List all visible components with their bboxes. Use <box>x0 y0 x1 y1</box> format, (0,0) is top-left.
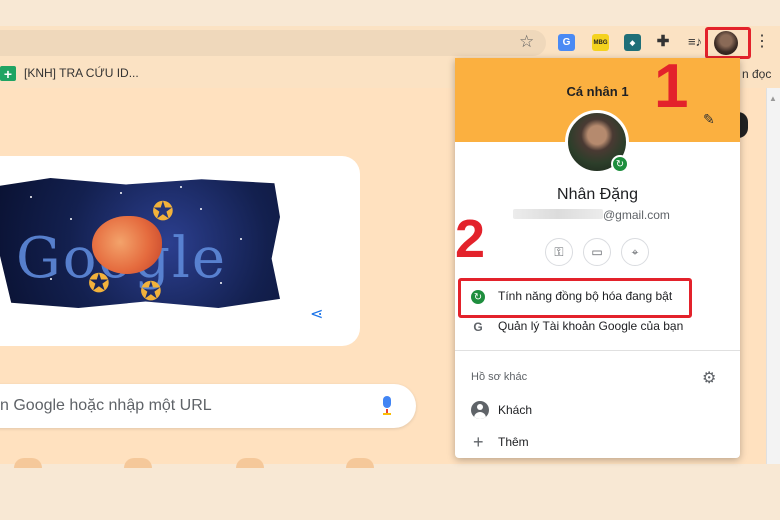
sheets-bookmark-icon[interactable]: + <box>0 66 16 82</box>
payment-card-icon[interactable]: ▭ <box>583 238 611 266</box>
bookmark-star-icon[interactable]: ☆ <box>519 32 534 52</box>
media-control-icon[interactable]: ≡♪ <box>686 33 704 50</box>
highlight-box-sync-row <box>458 278 692 318</box>
highlight-box-profile-button <box>705 27 751 59</box>
profile-name: Nhân Đặng <box>557 186 638 203</box>
add-profile-row[interactable]: Thêm <box>455 427 740 457</box>
reading-list-label[interactable]: n đọc <box>742 67 771 81</box>
email-redacted <box>513 209 603 219</box>
manage-account-label: Quản lý Tài khoản Google của bạn <box>498 319 684 333</box>
profile-title: Cá nhân 1 <box>566 84 629 99</box>
address-bar[interactable] <box>0 30 546 56</box>
manage-profiles-gear-icon[interactable]: ⚙ <box>702 368 716 388</box>
bookmark-item-knh[interactable]: [KNH] TRA CỨU ID... <box>24 66 139 80</box>
edit-pencil-icon[interactable]: ✎ <box>703 111 715 128</box>
translate-extension-icon[interactable]: G <box>558 34 575 51</box>
extensions-puzzle-icon[interactable]: ✚ <box>655 32 671 50</box>
page-scrollbar[interactable] <box>766 88 780 464</box>
doodle-star-icon: ✪ <box>88 268 110 298</box>
shortcut-tile-partial[interactable] <box>346 458 374 468</box>
window-top-strip <box>0 0 780 26</box>
shortcut-tile-partial[interactable] <box>236 458 264 468</box>
doodle-star-icon: ✪ <box>152 196 174 226</box>
chrome-menu-icon[interactable]: ⋮ <box>754 31 770 53</box>
search-placeholder[interactable]: n Google hoặc nhập một URL <box>0 397 212 415</box>
add-profile-label: Thêm <box>498 435 529 449</box>
shortcut-tile-partial[interactable] <box>14 458 42 468</box>
share-icon[interactable]: ⋖ <box>310 304 323 324</box>
mbg-extension-icon[interactable]: MBG <box>592 34 609 51</box>
voice-search-mic-icon[interactable] <box>382 396 392 416</box>
guest-label: Khách <box>498 403 533 417</box>
other-profiles-heading: Hồ sơ khác <box>471 371 528 383</box>
guest-person-icon <box>471 401 489 419</box>
menu-divider <box>455 350 740 351</box>
addresses-pin-icon[interactable]: ⌖ <box>621 238 649 266</box>
profile-email: @gmail.com <box>603 208 670 222</box>
sync-badge-icon: ↻ <box>611 155 629 173</box>
dark-extension-icon[interactable]: ◆ <box>624 34 641 51</box>
guest-row[interactable]: Khách <box>455 396 740 426</box>
google-g-icon: G <box>473 320 483 334</box>
doodle-star-icon: ✪ <box>140 276 162 306</box>
bottom-margin <box>0 464 780 520</box>
shortcut-tile-partial[interactable] <box>124 458 152 468</box>
add-plus-icon[interactable]: + <box>473 433 484 451</box>
passwords-key-icon[interactable]: ⚿ <box>545 238 573 266</box>
step-marker-1: 1 <box>654 52 689 121</box>
scroll-up-arrow-icon[interactable]: ▲ <box>769 94 777 103</box>
profile-menu: Cá nhân 1 ✎ ↻ Nhân Đặng @gmail.com ⚿ ▭ ⌖… <box>455 58 740 458</box>
step-marker-2: 2 <box>455 209 486 269</box>
